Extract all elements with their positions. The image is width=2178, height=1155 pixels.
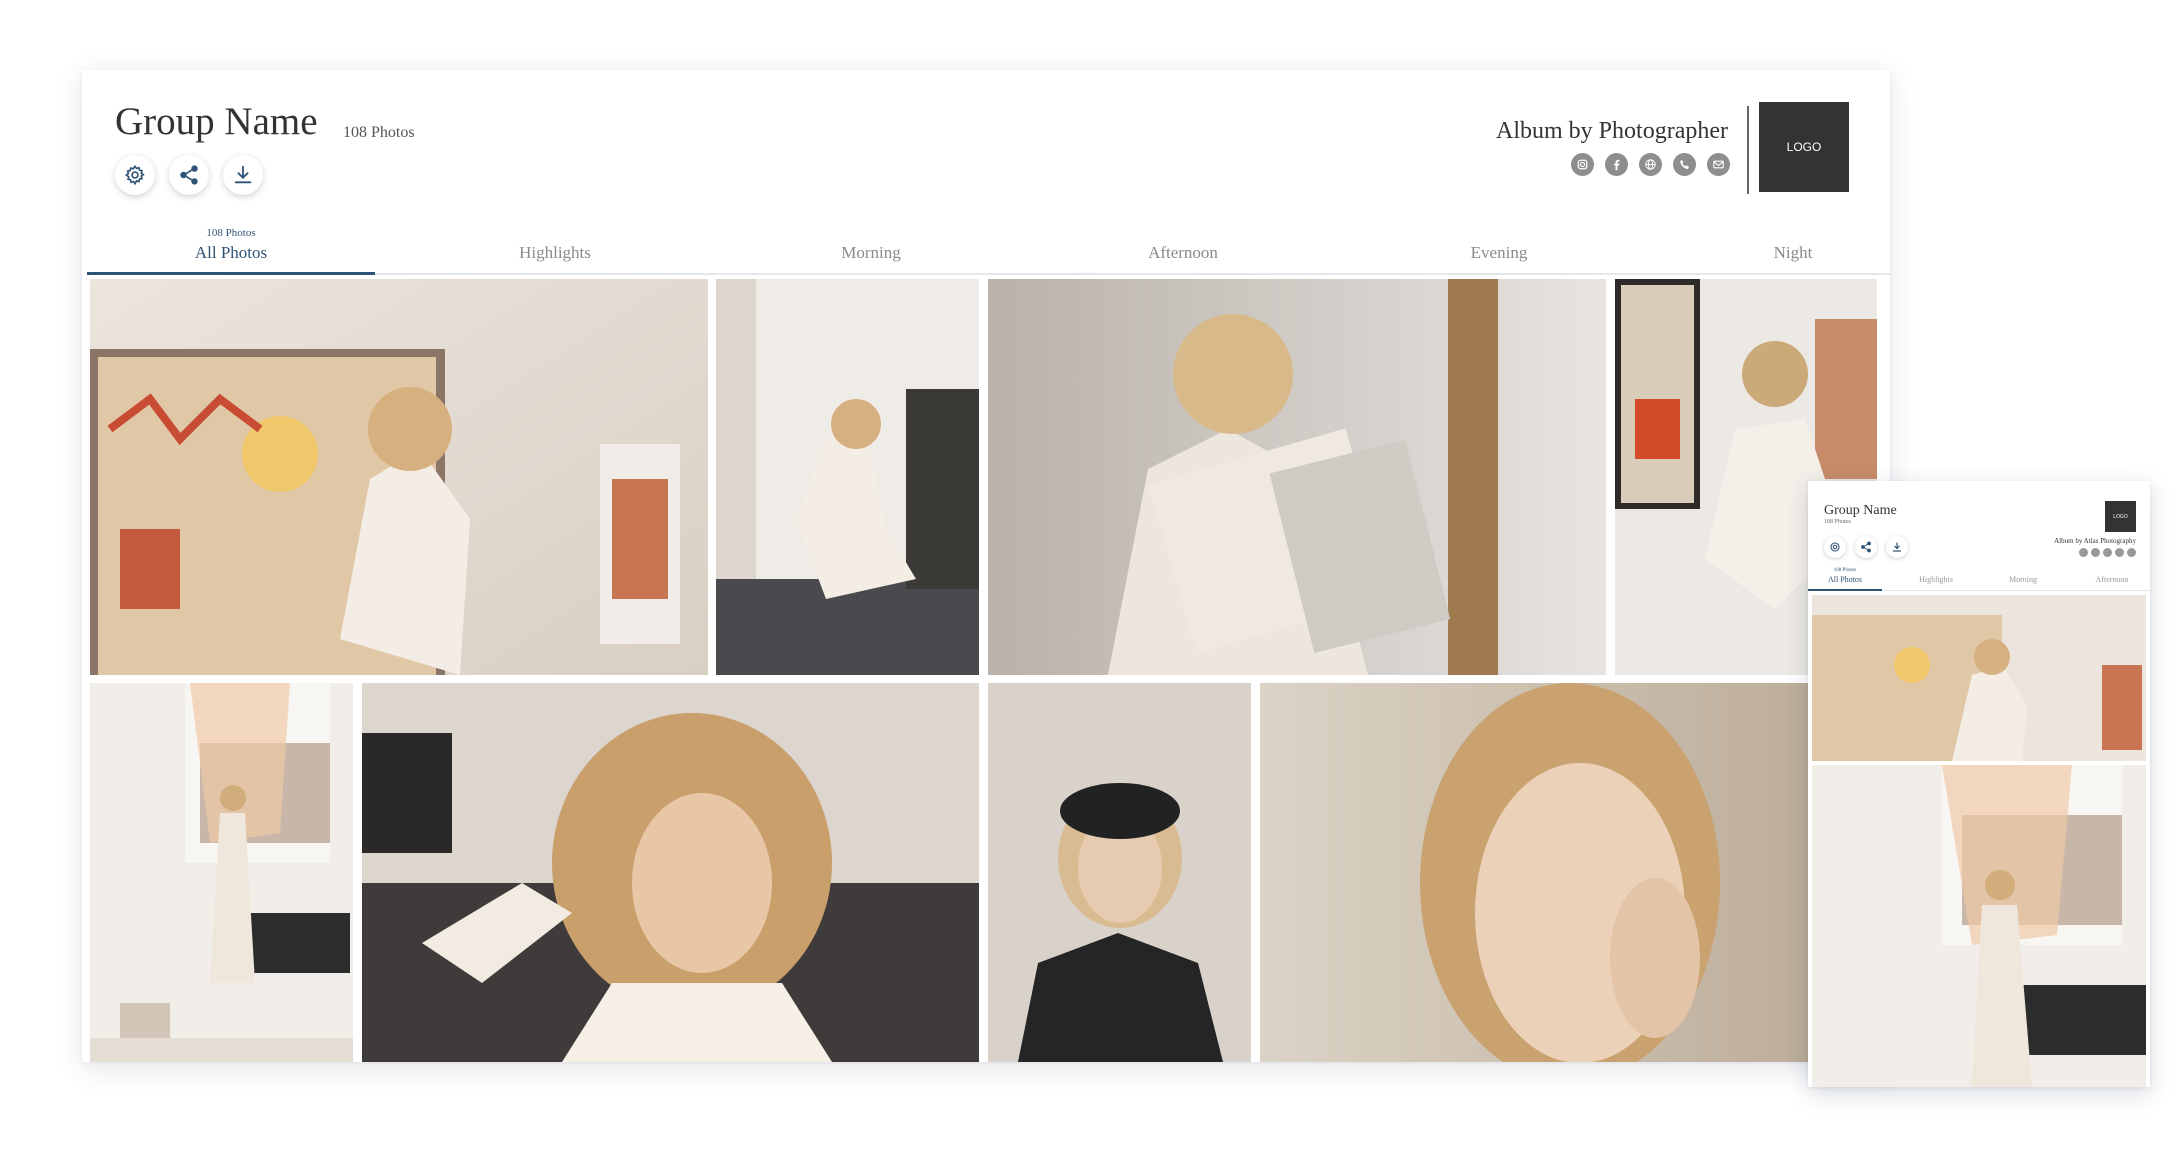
mobile-photo-thumbnail[interactable] bbox=[1812, 765, 2146, 1087]
facebook-icon bbox=[1614, 159, 1620, 171]
share-icon bbox=[180, 165, 198, 185]
active-tab-indicator bbox=[87, 272, 375, 275]
facebook-icon[interactable] bbox=[2091, 548, 2100, 557]
tab-label: Night bbox=[1773, 243, 1813, 262]
mobile-byline: Album by Atlas Photography bbox=[2054, 537, 2136, 545]
mobile-group-title: Group Name bbox=[1824, 503, 1897, 518]
email-link[interactable] bbox=[1707, 153, 1730, 176]
share-icon bbox=[1861, 541, 1871, 553]
download-button[interactable] bbox=[223, 155, 263, 195]
desktop-gallery-window: Group Name 108 Photos Album by Photograp… bbox=[82, 70, 1890, 1062]
photographer-byline: Album by Photographer bbox=[1496, 118, 1728, 144]
mobile-social-links bbox=[2079, 548, 2136, 557]
tab-highlights[interactable]: Highlights bbox=[519, 225, 591, 273]
website-icon bbox=[1645, 159, 1656, 170]
mobile-tab-afternoon[interactable]: Afternoon bbox=[2096, 568, 2129, 584]
social-links bbox=[1571, 153, 1730, 176]
group-title: Group Name bbox=[115, 100, 318, 143]
tab-morning[interactable]: Morning bbox=[841, 225, 901, 273]
instagram-icon[interactable] bbox=[2079, 548, 2088, 557]
tab-label: Morning bbox=[2009, 575, 2037, 584]
tab-label: Highlights bbox=[1919, 575, 1953, 584]
category-tabs: 108 Photos All Photos Highlights Morning… bbox=[87, 225, 1890, 275]
tab-label: All Photos bbox=[194, 243, 268, 262]
gear-icon bbox=[124, 164, 145, 186]
mobile-gallery-preview: Group Name 108 Photos LOGO Album by Atla… bbox=[1808, 481, 2150, 1087]
share-button[interactable] bbox=[169, 155, 209, 195]
tab-label: Afternoon bbox=[1148, 243, 1218, 262]
mobile-share-button[interactable] bbox=[1855, 536, 1877, 558]
studio-logo: LOGO bbox=[1759, 102, 1849, 192]
instagram-icon bbox=[1577, 159, 1588, 170]
photo-image bbox=[90, 683, 353, 1062]
photo-thumbnail[interactable] bbox=[988, 683, 1251, 1062]
photo-thumbnail[interactable] bbox=[90, 683, 353, 1062]
tab-label: Highlights bbox=[519, 243, 591, 262]
phone-icon[interactable] bbox=[2115, 548, 2124, 557]
photo-image bbox=[716, 279, 979, 675]
mobile-tab-all-photos[interactable]: 108 Photos All Photos bbox=[1828, 568, 1862, 584]
tab-count: 108 Photos bbox=[206, 227, 256, 239]
mobile-active-tab-indicator bbox=[1808, 589, 1882, 591]
mobile-photo-thumbnail[interactable] bbox=[1812, 595, 2146, 761]
phone-icon bbox=[1680, 159, 1689, 169]
website-link[interactable] bbox=[1639, 153, 1662, 176]
photo-image bbox=[1812, 765, 2146, 1087]
tab-night[interactable]: Night bbox=[1774, 225, 1813, 273]
photo-image bbox=[1812, 595, 2146, 761]
mobile-download-button[interactable] bbox=[1886, 536, 1908, 558]
phone-link[interactable] bbox=[1673, 153, 1696, 176]
photo-image bbox=[988, 683, 1251, 1062]
instagram-link[interactable] bbox=[1571, 153, 1594, 176]
email-icon bbox=[1713, 160, 1724, 169]
photo-thumbnail[interactable] bbox=[1260, 683, 1890, 1062]
download-icon bbox=[234, 165, 252, 184]
email-icon[interactable] bbox=[2127, 548, 2136, 557]
tab-label: Afternoon bbox=[2095, 575, 2129, 584]
tab-evening[interactable]: Evening bbox=[1471, 225, 1528, 273]
tab-afternoon[interactable]: Afternoon bbox=[1148, 225, 1218, 273]
mobile-settings-button[interactable] bbox=[1824, 536, 1846, 558]
photo-thumbnail[interactable] bbox=[988, 279, 1606, 675]
header-divider bbox=[1747, 106, 1749, 194]
tab-label: Morning bbox=[841, 243, 901, 262]
tab-label: All Photos bbox=[1827, 575, 1863, 584]
tab-count: 108 Photos bbox=[1833, 568, 1857, 573]
photo-image bbox=[362, 683, 979, 1062]
mobile-category-tabs: 108 Photos All Photos Highlights Morning… bbox=[1808, 568, 2150, 591]
settings-button[interactable] bbox=[115, 155, 155, 195]
photo-image bbox=[90, 279, 708, 675]
photo-thumbnail[interactable] bbox=[716, 279, 979, 675]
mobile-studio-logo: LOGO bbox=[2105, 501, 2136, 532]
photo-thumbnail[interactable] bbox=[362, 683, 979, 1062]
download-icon bbox=[1893, 542, 1901, 552]
photo-image bbox=[988, 279, 1606, 675]
photo-thumbnail[interactable] bbox=[90, 279, 708, 675]
mobile-tab-morning[interactable]: Morning bbox=[2009, 568, 2037, 584]
photo-image bbox=[1260, 683, 1890, 1062]
tab-label: Evening bbox=[1470, 243, 1528, 262]
website-icon[interactable] bbox=[2103, 548, 2112, 557]
mobile-tab-highlights[interactable]: Highlights bbox=[1919, 568, 1953, 584]
mobile-photo-count: 108 Photos bbox=[1824, 519, 1851, 525]
facebook-link[interactable] bbox=[1605, 153, 1628, 176]
gear-icon bbox=[1830, 542, 1840, 552]
tab-all-photos[interactable]: 108 Photos All Photos bbox=[195, 225, 267, 273]
photo-count: 108 Photos bbox=[343, 124, 415, 141]
